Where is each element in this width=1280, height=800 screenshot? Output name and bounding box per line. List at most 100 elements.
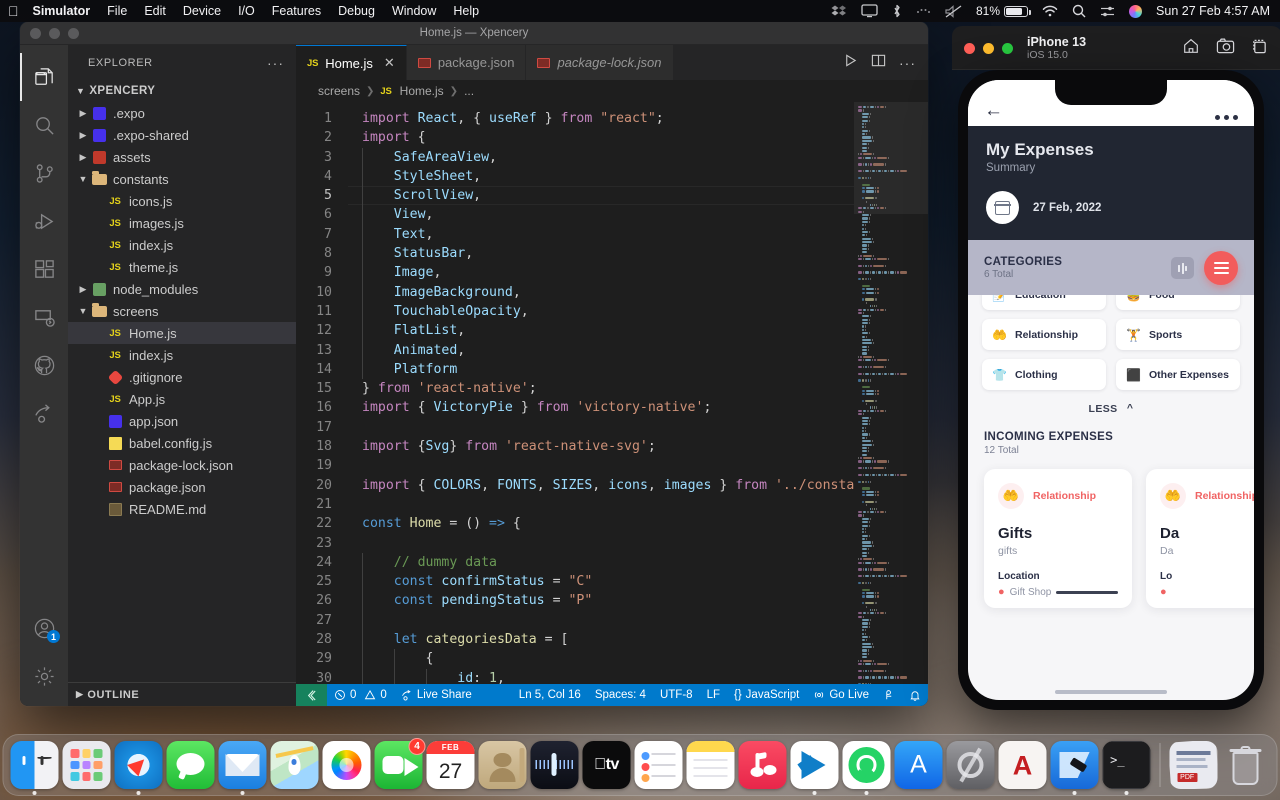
chevron-right-icon[interactable]: ▶	[76, 130, 90, 141]
dock-item-notes[interactable]	[686, 741, 735, 789]
code-content[interactable]: import React, { useRef } from "react"; im…	[348, 102, 854, 684]
category-card-sports[interactable]: 🏋 Sports	[1116, 319, 1240, 350]
list-icon[interactable]	[1204, 251, 1238, 285]
tree-item-images-js[interactable]: JS images.js	[68, 212, 296, 234]
breadcrumb-item[interactable]: Home.js	[400, 84, 444, 98]
category-card-relationship[interactable]: 🤲 Relationship	[982, 319, 1106, 350]
menu-item-help[interactable]: Help	[453, 4, 479, 18]
siri-icon[interactable]	[1129, 4, 1143, 18]
sidebar-item-settings[interactable]	[20, 652, 68, 700]
code-area[interactable]: 1 2 3 4 5 6 7 8 9 10 11 12 13 14 15 16 17 18 19 20 21 22 23 24 2…	[296, 102, 928, 684]
status-go-live[interactable]: Go Live	[806, 684, 876, 706]
menu-item-device[interactable]: Device	[183, 4, 221, 18]
workspace-root[interactable]: ▼ XPENCERY	[68, 80, 296, 102]
dock-item-system-preferences[interactable]	[946, 741, 995, 789]
status-eol[interactable]: LF	[700, 684, 727, 706]
bluetooth-icon[interactable]	[892, 4, 902, 19]
explorer-more-icon[interactable]: ···	[267, 55, 284, 71]
wifi-icon[interactable]	[1042, 5, 1058, 17]
dock-item-autodesk[interactable]: A	[998, 741, 1047, 789]
tree-item-constants[interactable]: ▼ constants	[68, 168, 296, 190]
sidebar-item-source-control[interactable]	[20, 149, 68, 197]
simulator-close-button[interactable]	[964, 42, 975, 54]
breadcrumb[interactable]: screens ❯ JS Home.js ❯...	[296, 80, 928, 102]
status-problems[interactable]: 0 0	[327, 684, 394, 706]
status-encoding[interactable]: UTF-8	[653, 684, 700, 706]
split-editor-icon[interactable]	[871, 53, 886, 73]
menu-item-file[interactable]: File	[107, 4, 127, 18]
back-arrow-icon[interactable]: ←	[984, 101, 1003, 120]
tree-item-assets[interactable]: ▶ assets	[68, 146, 296, 168]
display-icon[interactable]	[861, 4, 878, 18]
menu-item-window[interactable]: Window	[392, 4, 436, 18]
expense-card-list[interactable]: 🤲 Relationship Gifts gifts Location ● Gift Sho…	[984, 469, 1254, 608]
maximize-window-button[interactable]	[68, 27, 79, 39]
menu-item-simulator[interactable]: Simulator	[33, 4, 91, 18]
status-cursor-position[interactable]: Ln 5, Col 16	[512, 684, 588, 706]
camera-icon[interactable]	[1216, 37, 1235, 60]
dock-item-app-store[interactable]: A	[894, 741, 943, 789]
tree-item-app-json[interactable]: app.json	[68, 410, 296, 432]
remote-indicator-icon[interactable]	[296, 684, 327, 706]
minimize-window-button[interactable]	[49, 27, 60, 39]
close-window-button[interactable]	[30, 27, 41, 39]
dock-item-xcode[interactable]	[1050, 741, 1099, 795]
dock-item-contacts[interactable]	[478, 741, 527, 789]
sidebar-item-run-and-debug[interactable]	[20, 197, 68, 245]
tree-item-index-js[interactable]: JS index.js	[68, 234, 296, 256]
sidebar-item-extensions[interactable]	[20, 245, 68, 293]
dock-item-finder[interactable]	[10, 741, 59, 795]
dock-item-calendar[interactable]: FEB 27	[426, 741, 475, 789]
outline-section[interactable]: ▶ OUTLINE	[68, 682, 296, 706]
breadcrumb-item[interactable]: ...	[464, 84, 474, 98]
sidebar-item-search[interactable]	[20, 101, 68, 149]
chevron-down-icon[interactable]: ▼	[76, 306, 90, 316]
breadcrumb-item[interactable]: screens	[318, 84, 360, 98]
tab-package-lock-json[interactable]: package-lock.json	[526, 45, 674, 80]
bar-chart-icon[interactable]	[1171, 257, 1194, 279]
dock-item-reminders[interactable]	[634, 741, 683, 789]
chevron-right-icon[interactable]: ▶	[76, 152, 90, 163]
dock-item-messages[interactable]	[166, 741, 215, 789]
simulator-maximize-button[interactable]	[1002, 42, 1013, 54]
play-icon[interactable]	[843, 53, 858, 73]
tree-item-package-lock-json[interactable]: package-lock.json	[68, 454, 296, 476]
dock-item-facetime[interactable]: 4	[374, 738, 426, 789]
status-language-mode[interactable]: {} JavaScript	[727, 684, 806, 706]
category-card-clothing[interactable]: 👕 Clothing	[982, 359, 1106, 390]
chevron-right-icon[interactable]: ▶	[76, 284, 90, 295]
tree-item--expo[interactable]: ▶ .expo	[68, 102, 296, 124]
category-card-other-expenses[interactable]: ⬛ Other Expenses	[1116, 359, 1240, 390]
menu-item-debug[interactable]: Debug	[338, 4, 375, 18]
control-center-icon[interactable]	[1100, 5, 1115, 18]
tree-item-app-js[interactable]: JS App.js	[68, 388, 296, 410]
ellipsis-icon[interactable]	[1215, 115, 1238, 120]
tree-item-babel-config-js[interactable]: babel.config.js	[68, 432, 296, 454]
dock-item-maps[interactable]	[270, 741, 319, 789]
tree-item-node-modules[interactable]: ▶ node_modules	[68, 278, 296, 300]
status-indentation[interactable]: Spaces: 4	[588, 684, 653, 706]
sidebar-item-live-share[interactable]	[20, 389, 68, 437]
chevron-right-icon[interactable]: ▶	[76, 108, 90, 119]
status-prettier[interactable]	[876, 684, 902, 706]
dock-item-podcasts[interactable]	[530, 741, 579, 789]
sidebar-item-accounts[interactable]: 1	[20, 604, 68, 652]
categories-toggle-button[interactable]: LESS ^	[968, 390, 1254, 427]
status-notifications[interactable]	[902, 684, 928, 706]
date-selector[interactable]: 27 Feb, 2022	[986, 191, 1236, 224]
close-icon[interactable]: ✕	[384, 55, 395, 71]
record-icon[interactable]	[1251, 37, 1268, 60]
tree-item--gitignore[interactable]: .gitignore	[68, 366, 296, 388]
dropbox-icon[interactable]	[831, 5, 847, 18]
expense-card[interactable]: 🤲 Relationship Gifts gifts Location ● Gift Sho…	[984, 469, 1132, 608]
tree-item-index-js[interactable]: JS index.js	[68, 344, 296, 366]
sidebar-item-explorer[interactable]	[20, 53, 68, 101]
status-live-share[interactable]: Live Share	[394, 684, 479, 706]
dock-item-safari[interactable]	[114, 741, 163, 795]
dock-item-launchpad[interactable]	[62, 741, 111, 789]
ellipsis-icon[interactable]: ···	[899, 56, 916, 70]
volume-mute-icon[interactable]	[945, 4, 962, 18]
dock-item-downloads-stack[interactable]: PDF	[1169, 741, 1218, 789]
dock-item-photos[interactable]	[322, 741, 371, 789]
tree-item-screens[interactable]: ▼ screens	[68, 300, 296, 322]
